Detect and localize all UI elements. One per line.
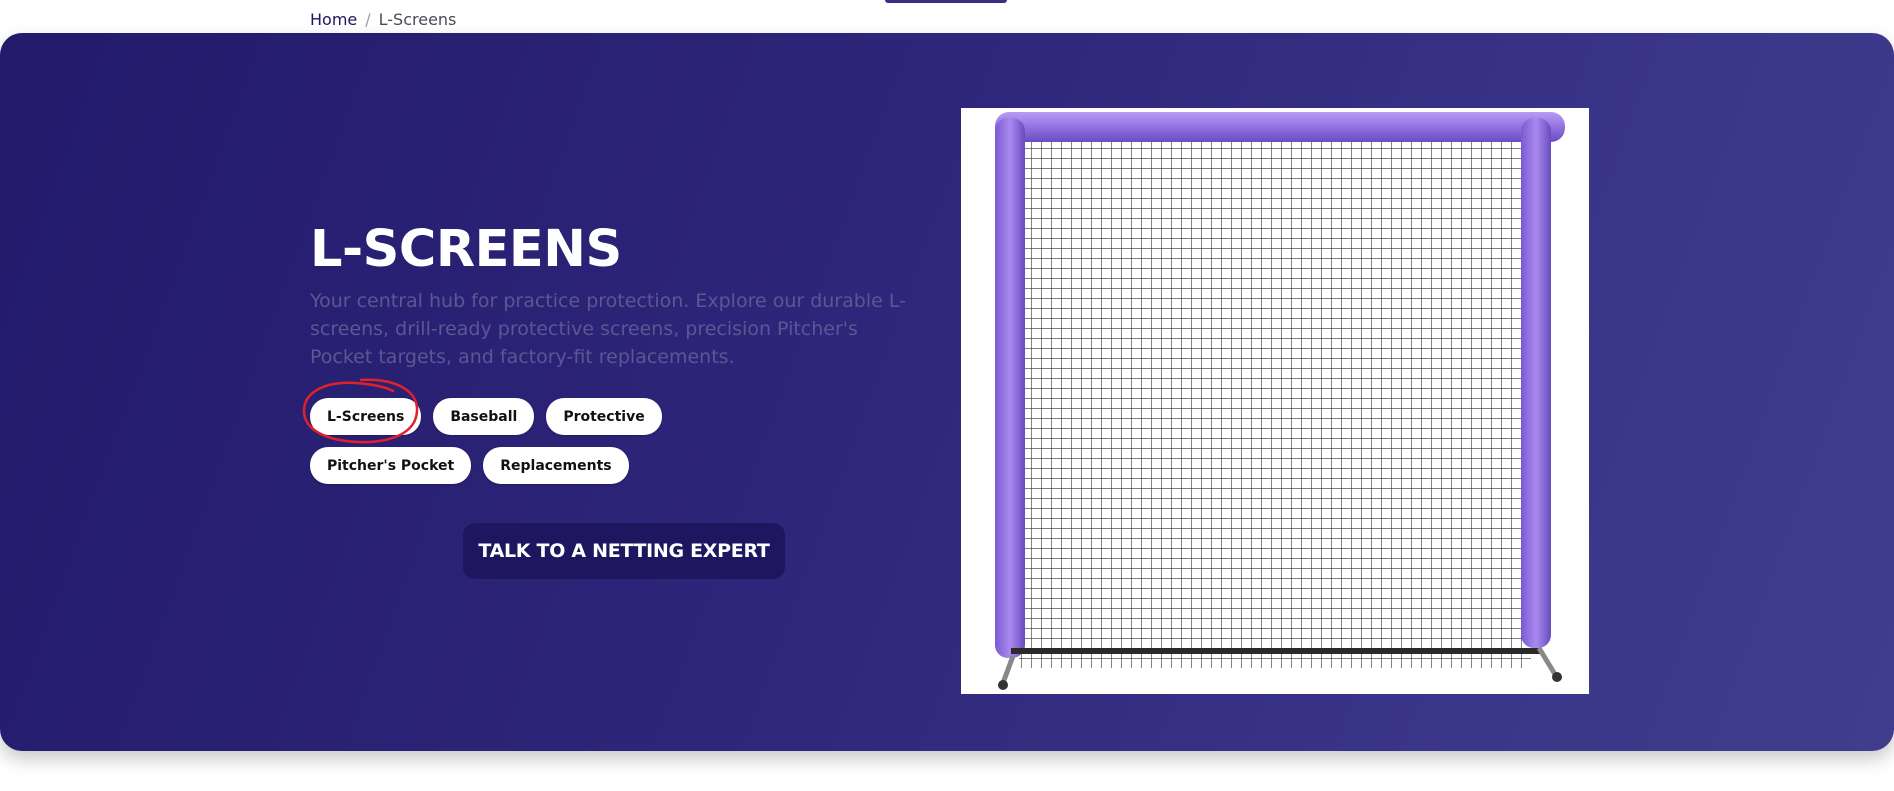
chip-pitchers-pocket[interactable]: Pitcher's Pocket bbox=[310, 447, 472, 484]
category-chips: L-Screens Baseball Protective Pitcher's … bbox=[310, 398, 830, 484]
hero-description: Your central hub for practice protection… bbox=[310, 290, 906, 368]
chip-baseball[interactable]: Baseball bbox=[433, 398, 535, 435]
header-accent-bar bbox=[885, 0, 1007, 3]
page-title: L-SCREENS bbox=[310, 220, 622, 279]
talk-to-expert-button[interactable]: TALK TO A NETTING EXPERT bbox=[463, 523, 785, 579]
breadcrumb-separator: / bbox=[365, 10, 371, 29]
chip-protective[interactable]: Protective bbox=[546, 398, 662, 435]
l-screen-net-image bbox=[961, 108, 1589, 694]
breadcrumb-current: L-Screens bbox=[378, 10, 457, 29]
breadcrumb-home-link[interactable]: Home bbox=[310, 10, 357, 30]
chip-l-screens[interactable]: L-Screens bbox=[310, 398, 422, 435]
chip-replacements[interactable]: Replacements bbox=[483, 447, 629, 484]
hero-banner: L-SCREENS Your central hub for practice … bbox=[0, 33, 1894, 751]
product-image bbox=[961, 108, 1589, 694]
breadcrumb: Home / L-Screens bbox=[310, 10, 456, 30]
